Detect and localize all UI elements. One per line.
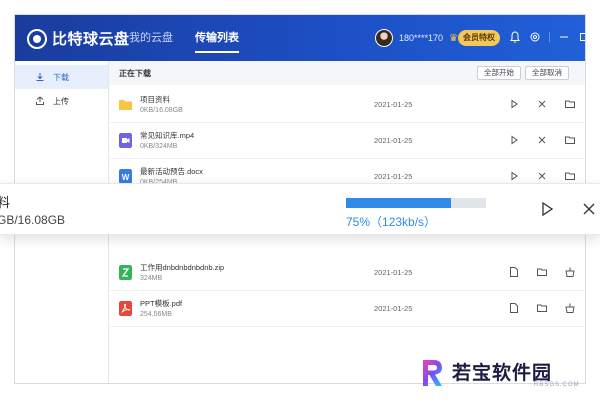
cancel-all-button[interactable]: 全部取消 bbox=[525, 66, 569, 80]
sidebar-item-upload[interactable]: 上传 bbox=[15, 89, 108, 113]
play-icon[interactable] bbox=[507, 133, 521, 147]
title-bar: 比特球云盘 我的云盘 传输列表 180****170 ♛ 会员特权 bbox=[15, 15, 586, 61]
list-item[interactable]: 项目资料 0KB/16.08GB 2021-01-25 bbox=[109, 87, 585, 123]
close-icon[interactable] bbox=[580, 200, 598, 218]
file-name: 工作用dnbdnbdnbdnb.zip bbox=[140, 263, 225, 272]
file-date: 2021-01-25 bbox=[374, 172, 413, 181]
file-size: 254.56MB bbox=[140, 311, 172, 318]
crown-icon: ♛ bbox=[449, 32, 459, 44]
clear-icon[interactable] bbox=[563, 265, 577, 279]
video-icon bbox=[119, 133, 132, 148]
start-all-button[interactable]: 全部开始 bbox=[477, 66, 521, 80]
file-date: 2021-01-25 bbox=[374, 304, 413, 313]
section-title: 正在下载 bbox=[119, 69, 151, 78]
progress-fill bbox=[346, 198, 451, 208]
file-name: PPT模板.pdf bbox=[140, 299, 183, 308]
file-size: GB/16.08GB bbox=[0, 213, 66, 227]
logo-icon bbox=[27, 28, 47, 49]
folder-icon bbox=[119, 100, 132, 110]
folder-open-icon[interactable] bbox=[563, 97, 577, 111]
file-icon[interactable] bbox=[507, 265, 521, 279]
window-controls bbox=[509, 30, 586, 44]
screenshot: 比特球云盘 我的云盘 传输列表 180****170 ♛ 会员特权 下载 上传 … bbox=[0, 0, 600, 400]
minimize-icon[interactable] bbox=[558, 30, 570, 44]
list-item[interactable]: 工作用dnbdnbdnbdnb.zip 324MB 2021-01-25 bbox=[109, 255, 585, 291]
file-name: 常见知识库.mp4 bbox=[140, 131, 195, 140]
progress-bar bbox=[346, 198, 486, 208]
username[interactable]: 180****170 bbox=[399, 33, 443, 43]
svg-text:W: W bbox=[122, 173, 130, 182]
play-icon[interactable] bbox=[538, 200, 556, 218]
file-name: 最新活动预告.docx bbox=[140, 167, 203, 176]
pdf-icon bbox=[119, 301, 132, 316]
logo-text: 比特球云盘 bbox=[52, 31, 130, 48]
list-item[interactable]: PPT模板.pdf 254.56MB 2021-01-25 bbox=[109, 291, 585, 327]
close-icon[interactable] bbox=[535, 169, 549, 183]
app-logo: 比特球云盘 bbox=[27, 28, 130, 49]
file-date: 2021-01-25 bbox=[374, 268, 413, 277]
folder-open-icon[interactable] bbox=[535, 265, 549, 279]
close-icon[interactable] bbox=[535, 97, 549, 111]
list-item[interactable]: 常见知识库.mp4 0KB/324MB 2021-01-25 bbox=[109, 123, 585, 159]
vip-button[interactable]: 会员特权 bbox=[458, 30, 500, 46]
folder-open-icon[interactable] bbox=[563, 169, 577, 183]
file-size: 324MB bbox=[140, 275, 163, 282]
zip-icon bbox=[119, 265, 132, 280]
file-size: 0KB/324MB bbox=[140, 143, 178, 150]
clear-icon[interactable] bbox=[563, 301, 577, 315]
play-icon[interactable] bbox=[507, 169, 521, 183]
watermark: 若宝软件园 RBSGS.COM bbox=[420, 356, 588, 390]
file-icon[interactable] bbox=[507, 301, 521, 315]
sidebar-item-download[interactable]: 下载 bbox=[15, 65, 108, 89]
section-header: 正在下载 全部开始 全部取消 bbox=[109, 61, 585, 85]
download-icon bbox=[36, 73, 44, 81]
sidebar-item-label: 下载 bbox=[53, 72, 69, 82]
word-doc-icon: W bbox=[119, 169, 132, 184]
folder-open-icon[interactable] bbox=[563, 133, 577, 147]
file-name: 料 bbox=[0, 195, 11, 210]
close-icon[interactable] bbox=[535, 133, 549, 147]
tab-transfer-list[interactable]: 传输列表 bbox=[195, 15, 239, 61]
watermark-text: 若宝软件园 bbox=[452, 363, 553, 384]
bell-icon[interactable] bbox=[509, 30, 521, 44]
folder-open-icon[interactable] bbox=[535, 301, 549, 315]
zoomed-download-row[interactable]: 料 GB/16.08GB 75%（123kb/s） bbox=[0, 183, 600, 235]
avatar[interactable] bbox=[375, 29, 393, 47]
watermark-logo-icon bbox=[423, 360, 442, 386]
settings-icon[interactable] bbox=[529, 30, 541, 44]
watermark-subtext: RBSGS.COM bbox=[534, 382, 580, 388]
main-nav: 我的云盘 传输列表 bbox=[129, 15, 239, 61]
play-icon[interactable] bbox=[507, 97, 521, 111]
upload-icon bbox=[36, 96, 44, 105]
file-name: 项目资料 bbox=[140, 95, 170, 104]
file-date: 2021-01-25 bbox=[374, 100, 413, 109]
file-date: 2021-01-25 bbox=[374, 136, 413, 145]
maximize-icon[interactable] bbox=[578, 30, 586, 44]
progress-text: 75%（123kb/s） bbox=[346, 215, 437, 229]
tab-my-cloud[interactable]: 我的云盘 bbox=[129, 15, 173, 61]
user-info[interactable]: 180****170 ♛ bbox=[375, 29, 458, 47]
file-size: 0KB/16.08GB bbox=[140, 107, 183, 114]
sidebar-item-label: 上传 bbox=[53, 96, 69, 106]
divider bbox=[549, 32, 550, 42]
